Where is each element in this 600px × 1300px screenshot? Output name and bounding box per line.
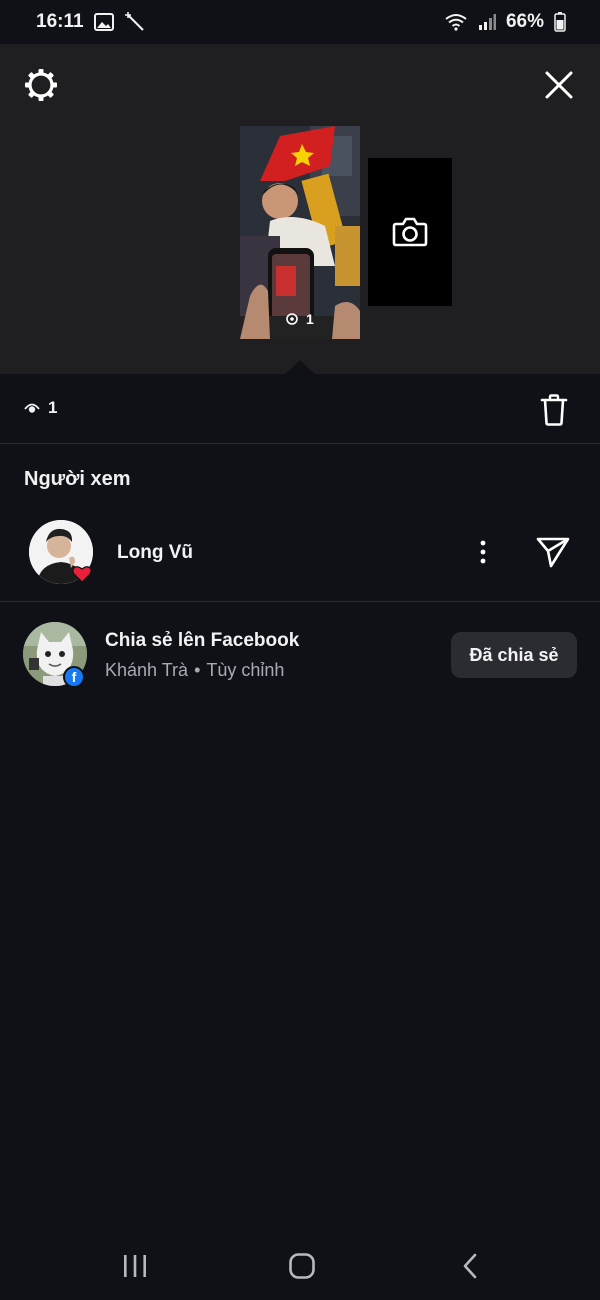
send-icon (536, 537, 570, 568)
battery-icon (554, 12, 566, 32)
back-icon (463, 1253, 477, 1279)
recent-apps-icon (124, 1255, 146, 1277)
viewers-section-title: Người xem (24, 468, 131, 490)
close-icon (545, 71, 573, 99)
eye-icon (24, 403, 40, 413)
wifi-icon (444, 13, 468, 31)
camera-icon (392, 217, 428, 247)
gallery-icon (93, 13, 114, 31)
view-count: 1 (24, 398, 57, 418)
facebook-icon: f (63, 666, 85, 688)
system-navigation-bar (0, 1232, 600, 1300)
status-bar: 16:11 66% (0, 0, 600, 44)
viewer-row[interactable]: Long Vũ (0, 514, 600, 600)
add-story-button[interactable] (368, 158, 452, 306)
settings-button[interactable] (21, 65, 61, 105)
delete-story-button[interactable] (536, 392, 572, 428)
more-options-button[interactable] (470, 536, 496, 568)
close-button[interactable] (539, 65, 579, 105)
heart-reaction-icon (71, 563, 93, 585)
share-subtitle: Khánh Trà • Tùy chỉnh (105, 660, 284, 681)
home-icon (289, 1253, 315, 1279)
signal-icon (478, 13, 496, 31)
shared-button[interactable]: Đã chia sẻ (451, 632, 577, 678)
story-thumbnail[interactable]: 1 (240, 126, 360, 339)
share-account: Khánh Trà (105, 660, 189, 680)
home-button[interactable] (282, 1248, 322, 1284)
selection-pointer (285, 360, 315, 374)
story-photo: 1 (240, 126, 360, 339)
view-count-value: 1 (48, 398, 58, 417)
thumbnail-view-count: 1 (306, 311, 314, 327)
share-separator: • (194, 660, 201, 680)
status-time: 16:11 (36, 11, 84, 32)
story-preview-panel: 1 (0, 44, 600, 374)
story-stats-row: 1 (0, 374, 600, 444)
divider (0, 601, 600, 602)
back-button[interactable] (450, 1248, 490, 1284)
battery-percent: 66% (505, 11, 544, 32)
share-to-facebook-row[interactable]: f Chia sẻ lên Facebook Khánh Trà • Tùy c… (0, 618, 600, 694)
trash-icon (540, 394, 568, 426)
magic-wand-icon (124, 12, 146, 32)
recent-apps-button[interactable] (115, 1248, 155, 1284)
share-audience[interactable]: Tùy chỉnh (206, 660, 284, 681)
share-title: Chia sẻ lên Facebook (105, 630, 300, 651)
send-message-button[interactable] (535, 534, 571, 570)
more-vertical-icon (480, 540, 486, 564)
gear-icon (25, 69, 57, 101)
viewer-name[interactable]: Long Vũ (117, 542, 193, 564)
